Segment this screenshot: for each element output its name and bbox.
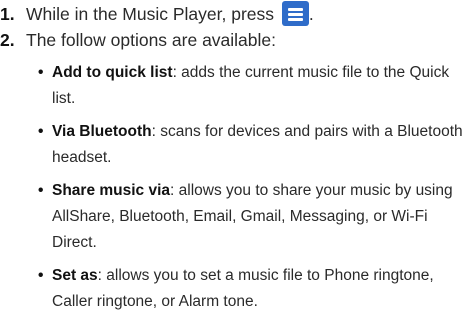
menu-key-icon <box>281 1 309 26</box>
options-list: • Add to quick list: adds the current mus… <box>38 60 468 322</box>
option-term: Share music via <box>52 182 171 199</box>
step-end-period: . <box>308 4 314 24</box>
option-term: Via Bluetooth <box>52 123 152 140</box>
option-term: Add to quick list <box>52 64 173 81</box>
step-1: 1. While in the Music Player, press . <box>0 1 314 26</box>
bullet-icon: • <box>38 182 44 199</box>
step-text: While in the Music Player, press <box>26 4 275 24</box>
step-number: 2. <box>0 30 15 50</box>
step-2: 2. The follow options are available: <box>0 29 276 51</box>
option-share-music-via: • Share music via: allows you to share yo… <box>38 178 468 256</box>
option-description: : allows you to set a music file to Phon… <box>52 267 434 310</box>
bullet-icon: • <box>38 267 44 284</box>
bullet-icon: • <box>38 64 44 81</box>
option-set-as: • Set as: allows you to set a music file … <box>38 263 468 315</box>
step-text: The follow options are available: <box>26 30 277 50</box>
step-number: 1. <box>0 4 15 24</box>
option-add-to-quick-list: • Add to quick list: adds the current mus… <box>38 60 468 112</box>
option-via-bluetooth: • Via Bluetooth: scans for devices and pa… <box>38 119 468 171</box>
bullet-icon: • <box>38 123 44 140</box>
option-term: Set as <box>52 267 98 284</box>
